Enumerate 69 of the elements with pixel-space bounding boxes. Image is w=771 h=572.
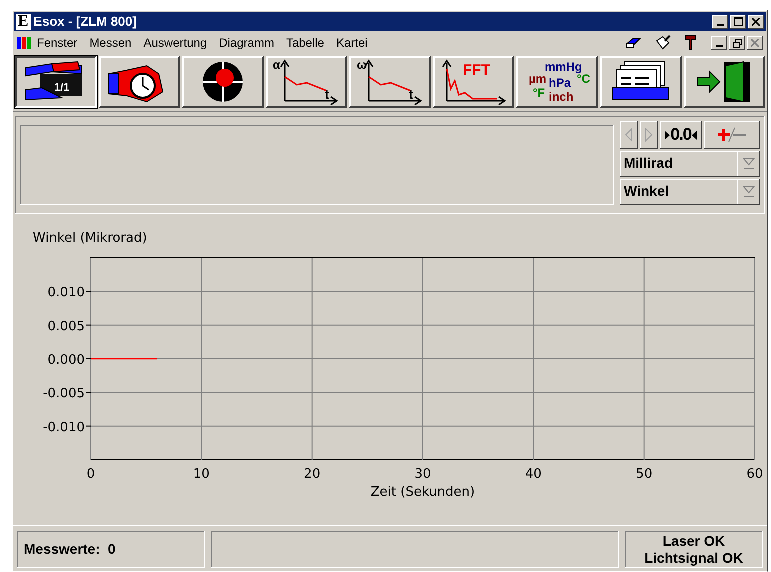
unit-dropdown[interactable]: Millirad	[620, 151, 760, 177]
eraser-icon[interactable]	[625, 36, 641, 50]
right-arrow-icon	[645, 128, 653, 142]
pin-icon[interactable]	[685, 35, 697, 51]
x-tick-label: 20	[304, 467, 321, 482]
unit-label: hPa	[549, 76, 572, 90]
toolbar-button[interactable]: mmHg µm hPa °C °F inch	[516, 56, 598, 108]
menu-item[interactable]: Fenster	[31, 36, 84, 50]
brush-icon[interactable]	[655, 35, 671, 51]
x-tick-label: 60	[746, 467, 764, 482]
maximize-icon	[734, 17, 742, 26]
right-triangle-icon	[664, 130, 670, 140]
y-tick-label: 0.010	[48, 286, 85, 301]
x-tick-label: 50	[636, 467, 653, 482]
left-triangle-icon	[692, 130, 698, 140]
sign-toggle-button[interactable]	[704, 121, 760, 149]
minimize-button[interactable]	[712, 14, 728, 28]
y-tick-label: 0.000	[48, 353, 85, 368]
toolbar-button[interactable]	[98, 56, 180, 108]
maximize-button[interactable]	[730, 14, 746, 28]
unit-label: mmHg	[545, 60, 582, 74]
app-logo: E	[16, 14, 31, 30]
unit-label: °C	[577, 72, 591, 86]
axis-label: α	[273, 59, 281, 72]
close-icon	[752, 18, 760, 26]
app-menu-icon[interactable]	[17, 37, 31, 49]
minimize-button[interactable]	[711, 36, 727, 50]
y-tick-label: -0.010	[43, 420, 85, 436]
x-tick-label: 30	[414, 467, 432, 482]
close-icon	[751, 39, 759, 47]
unit-label: µm	[529, 72, 547, 86]
toolbar-button[interactable]	[684, 56, 766, 108]
minimize-icon	[716, 24, 724, 26]
signal-status: Lichtsignal OK	[644, 550, 744, 566]
laser-status: Laser OK	[662, 532, 726, 550]
window-title: Esox - [ZLM 800]	[34, 14, 138, 29]
menu-item[interactable]: Diagramm	[213, 36, 280, 50]
y-tick-label: 0.005	[48, 319, 85, 334]
y-axis-title: Winkel (Mikrorad)	[33, 231, 148, 246]
menu-item[interactable]: Messen	[84, 36, 138, 50]
plus-minus-icon	[717, 127, 747, 143]
close-button[interactable]	[748, 14, 764, 28]
close-button[interactable]	[747, 36, 763, 50]
left-arrow-icon	[625, 128, 633, 142]
x-axis-title: Zeit (Sekunden)	[370, 485, 476, 500]
unit-dropdown[interactable]: Winkel	[620, 179, 760, 205]
unit-label: inch	[549, 90, 574, 104]
toolbar-button[interactable]: 1/1	[15, 56, 97, 108]
scale-label: 1/1	[54, 82, 70, 94]
unit-label: °F	[533, 86, 546, 100]
toolbar-button[interactable]: α t	[266, 56, 348, 108]
minimize-icon	[716, 45, 722, 47]
x-tick-label: 0	[86, 467, 96, 482]
restore-button[interactable]	[729, 36, 745, 50]
x-tick-label: 10	[193, 467, 210, 482]
fft-label: FFT	[462, 62, 490, 79]
menu-item[interactable]: Kartei	[330, 36, 374, 50]
axis-label: t	[409, 87, 414, 102]
menu-item[interactable]: Tabelle	[280, 36, 330, 50]
toolbar-button[interactable]	[182, 56, 264, 108]
target-icon	[200, 60, 245, 104]
y-tick-label: -0.005	[43, 386, 85, 402]
toolbar-button[interactable]	[600, 56, 682, 108]
axis-label: t	[325, 87, 330, 102]
x-tick-label: 40	[525, 467, 542, 482]
zero-button[interactable]: 0.0	[660, 121, 702, 149]
measurement-count: Messwerte: 0	[23, 541, 117, 558]
menu-item[interactable]: Auswertung	[138, 36, 214, 50]
restore-icon	[732, 38, 742, 48]
